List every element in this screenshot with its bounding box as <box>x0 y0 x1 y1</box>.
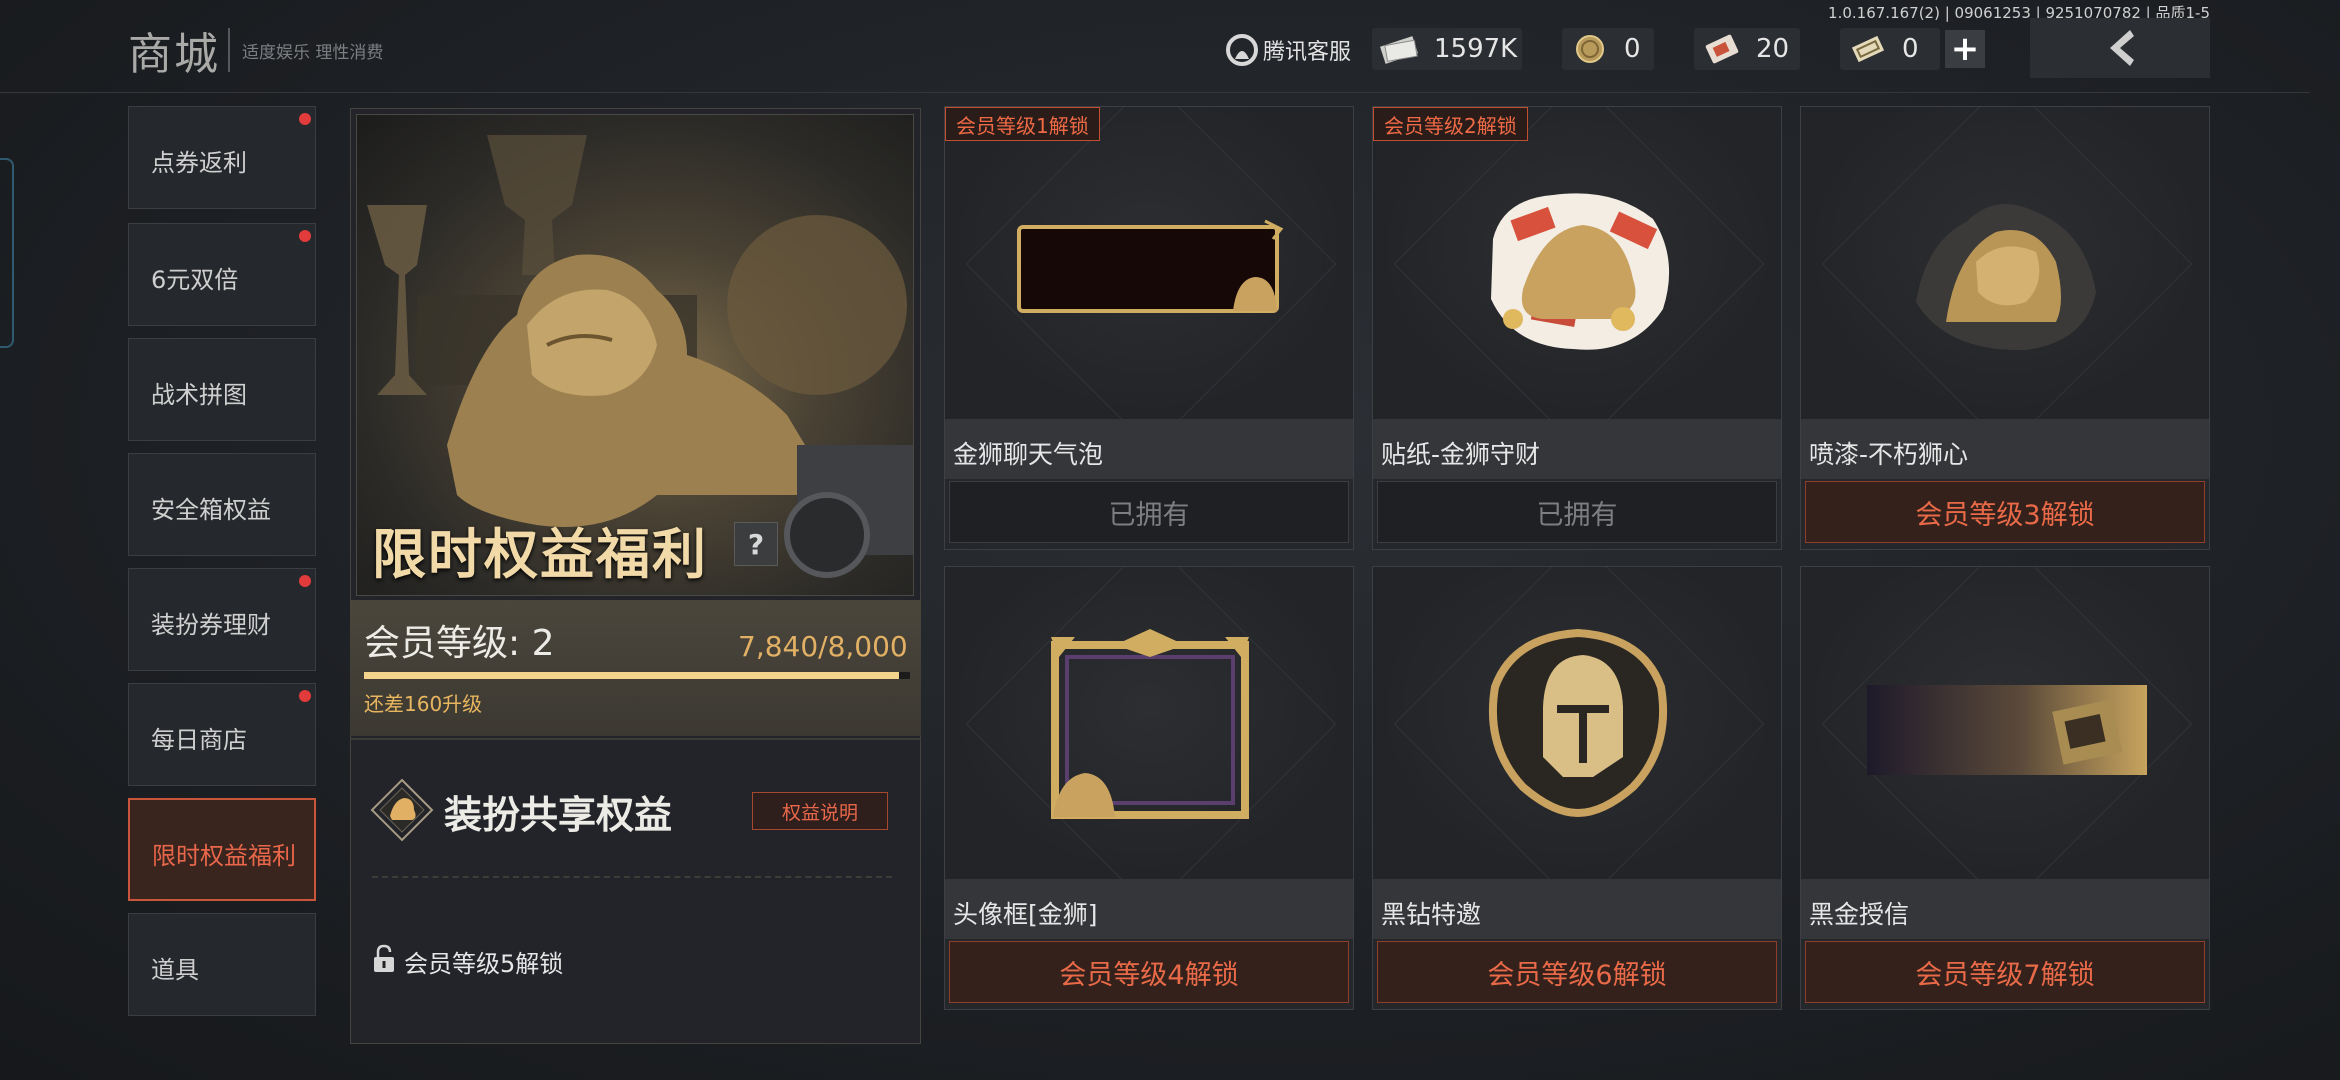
coin-icon <box>1576 35 1604 63</box>
level-progress-text: 7,840/8,000 <box>738 630 908 663</box>
edge-drawer-handle[interactable] <box>0 158 14 348</box>
cash-value: 1597K <box>1434 34 1518 64</box>
level-up-hint: 还差160升级 <box>364 692 483 716</box>
cash-balance[interactable]: 1597K <box>1372 28 1522 70</box>
customer-service-button[interactable]: 腾讯客服 <box>1225 30 1351 70</box>
help-button[interactable]: ? <box>734 522 778 566</box>
lock-icon <box>374 944 394 972</box>
sidebar-item-finance[interactable]: 装扮券理财 <box>128 568 316 671</box>
back-arrow-icon <box>2110 30 2134 66</box>
add-currency-button[interactable]: + <box>1945 29 1985 69</box>
lion-sticker-image <box>1491 193 1670 350</box>
chat-bubble-image <box>1017 219 1284 313</box>
reward-card-black-gold-credit[interactable]: 黑金授信 会员等级7解锁 <box>1800 566 2210 1010</box>
voucher-icon <box>1851 35 1885 63</box>
reward-card-spray[interactable]: 喷漆-不朽狮心 会员等级3解锁 <box>1800 106 2210 550</box>
dashed-divider <box>372 876 892 878</box>
sidebar-item-label: 点券返利 <box>151 149 247 177</box>
card-name: 黑钻特邀 <box>1381 900 1482 929</box>
shared-benefits-title: 装扮共享权益 <box>444 793 673 837</box>
sidebar-item-limited-benefits[interactable]: 限时权益福利 <box>128 798 316 901</box>
sidebar-item-props[interactable]: 道具 <box>128 913 316 1016</box>
unlock-level-4-button[interactable]: 会员等级4解锁 <box>949 941 1349 1003</box>
notification-dot <box>299 575 311 587</box>
title-divider <box>228 28 230 72</box>
panel-divider <box>350 738 921 740</box>
lion-avatar-frame-image <box>1051 629 1249 819</box>
card-name: 头像框[金狮] <box>953 900 1098 929</box>
customer-service-label: 腾讯客服 <box>1263 40 1352 65</box>
coin-balance[interactable]: 0 <box>1562 28 1654 70</box>
card-name: 喷漆-不朽狮心 <box>1809 440 1969 469</box>
card-name: 金狮聊天气泡 <box>953 440 1104 469</box>
voucher-value: 0 <box>1902 34 1919 64</box>
owned-button[interactable]: 已拥有 <box>949 481 1349 543</box>
sidebar-item-rebate[interactable]: 点券返利 <box>128 106 316 209</box>
sidebar-item-label: 限时权益福利 <box>152 842 296 870</box>
sidebar-item-double[interactable]: 6元双倍 <box>128 223 316 326</box>
voucher-balance[interactable]: 0 <box>1840 28 1940 70</box>
unlock-level-6-button[interactable]: 会员等级6解锁 <box>1377 941 1777 1003</box>
notification-dot <box>299 230 311 242</box>
sidebar-item-label: 道具 <box>151 956 199 984</box>
sidebar-item-label: 安全箱权益 <box>151 496 271 524</box>
unlock-requirement-text: 会员等级5解锁 <box>404 950 564 978</box>
sidebar-item-safebox[interactable]: 安全箱权益 <box>128 453 316 556</box>
cash-icon <box>1380 36 1418 64</box>
owned-button[interactable]: 已拥有 <box>1377 481 1777 543</box>
tencent-service-icon <box>1226 34 1258 66</box>
card-name: 贴纸-金狮守财 <box>1381 440 1541 469</box>
feature-title: 限时权益福利 <box>372 523 708 586</box>
black-gold-credit-card-image <box>1867 685 2147 775</box>
notification-dot <box>299 690 311 702</box>
header-divider <box>0 92 2310 93</box>
page-title: 商城 <box>128 29 220 80</box>
sidebar-item-puzzle[interactable]: 战术拼图 <box>128 338 316 441</box>
card-tag: 会员等级2解锁 <box>1373 107 1528 141</box>
reward-card-sticker[interactable]: 会员等级2解锁 贴纸-金狮守财 已拥有 <box>1372 106 1782 550</box>
card-tag: 会员等级1解锁 <box>945 107 1100 141</box>
unlock-level-7-button[interactable]: 会员等级7解锁 <box>1805 941 2205 1003</box>
coin-value: 0 <box>1624 34 1641 64</box>
ticket-value: 20 <box>1756 34 1790 64</box>
member-level-text: 会员等级: 2 <box>364 623 555 664</box>
lion-spray-image <box>1916 204 2096 351</box>
reward-card-avatar-frame[interactable]: 头像框[金狮] 会员等级4解锁 <box>944 566 1354 1010</box>
sidebar-item-daily-shop[interactable]: 每日商店 <box>128 683 316 786</box>
benefits-info-button[interactable]: 权益说明 <box>752 792 888 830</box>
ticket-balance[interactable]: 20 <box>1694 28 1800 70</box>
level-progress-fill <box>364 672 900 679</box>
reward-card-chat-bubble[interactable]: 会员等级1解锁 金狮聊天气泡 已拥有 <box>944 106 1354 550</box>
slogan-text: 适度娱乐 理性消费 <box>242 43 384 63</box>
card-name: 黑金授信 <box>1809 900 1910 929</box>
notification-dot <box>299 113 311 125</box>
sidebar-item-label: 6元双倍 <box>151 266 239 294</box>
sidebar-item-label: 装扮券理财 <box>151 611 271 639</box>
back-button[interactable] <box>2030 18 2210 78</box>
reward-card-black-diamond[interactable]: 黑钻特邀 会员等级6解锁 <box>1372 566 1782 1010</box>
knight-helmet-emblem-icon <box>1488 628 1668 817</box>
unlock-level-3-button[interactable]: 会员等级3解锁 <box>1805 481 2205 543</box>
ticket-icon <box>1705 34 1739 64</box>
sidebar-item-label: 战术拼图 <box>151 381 247 409</box>
shared-skin-icon <box>370 778 434 842</box>
sidebar-item-label: 每日商店 <box>151 726 247 754</box>
